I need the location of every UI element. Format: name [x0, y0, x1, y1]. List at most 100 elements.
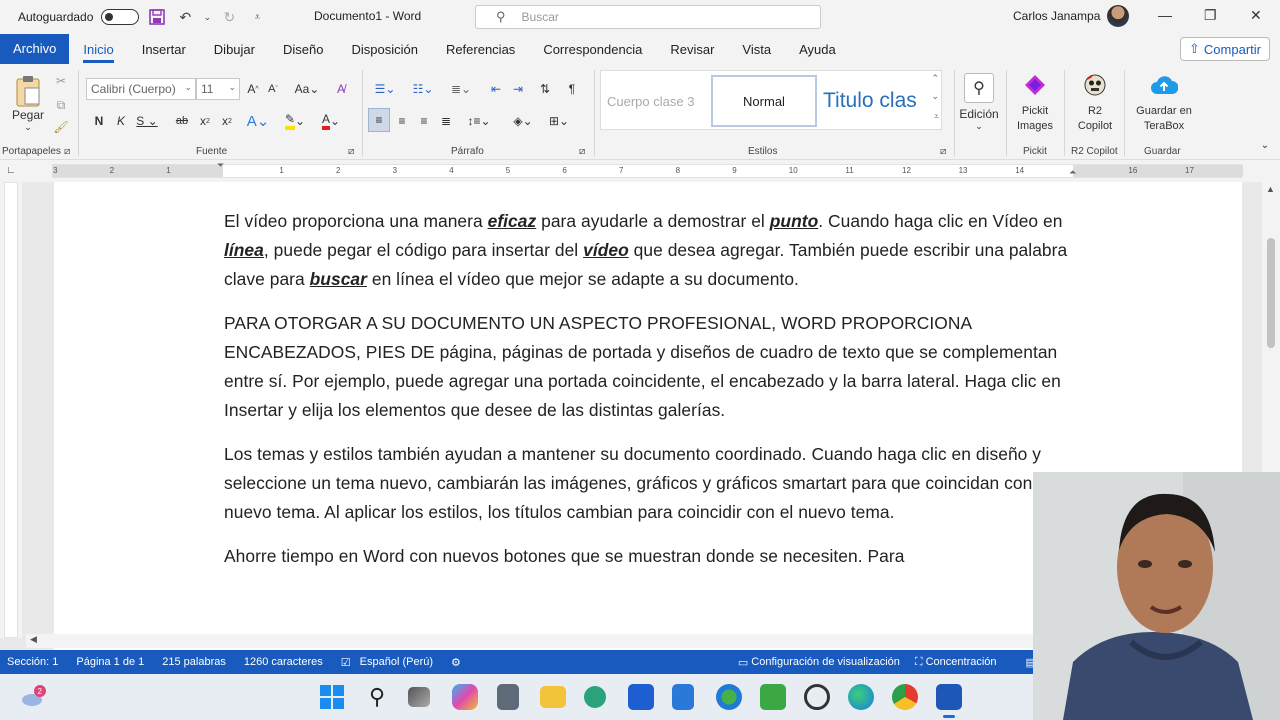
format-painter-icon[interactable]: 🖌 — [52, 118, 70, 136]
r2-copilot-icon[interactable] — [1082, 72, 1108, 98]
proofing-icon[interactable]: ☑ — [332, 656, 360, 669]
focus-icon[interactable]: ⛶ — [915, 656, 923, 669]
highlight-icon[interactable]: ✎ ⌄ — [280, 110, 310, 132]
paragraph-3[interactable]: Los temas y estilos también ayudan a man… — [224, 440, 1074, 527]
search-box[interactable]: ⚲ Buscar — [475, 5, 821, 29]
maps-icon[interactable] — [716, 684, 742, 710]
chat-icon[interactable] — [584, 686, 606, 708]
close-button[interactable]: ✕ — [1250, 7, 1262, 24]
undo-dropdown-icon[interactable]: ⌄ — [203, 7, 212, 27]
grow-font-icon[interactable]: A ^ — [244, 78, 262, 100]
cut-icon[interactable]: ✂ — [52, 72, 70, 90]
page-indicator[interactable]: Página 1 de 1 — [67, 656, 153, 668]
tab-archivo[interactable]: Archivo — [0, 34, 70, 64]
tab-selector-icon[interactable]: ∟ — [6, 165, 16, 176]
dialog-launcher-icon[interactable]: ⧄ — [348, 146, 354, 157]
scroll-thumb[interactable] — [1267, 238, 1275, 348]
guardar-terabox-button[interactable]: Guardar en TeraBox — [1132, 104, 1196, 134]
dialog-launcher-icon[interactable]: ⧄ — [579, 146, 585, 157]
dialog-launcher-icon[interactable]: ⧄ — [940, 146, 946, 157]
text-effects-icon[interactable]: A⌄ — [244, 110, 272, 132]
paste-button[interactable]: Pegar ⌄ — [8, 70, 48, 136]
increase-indent-icon[interactable]: ⇥ — [508, 78, 528, 100]
edicion-button[interactable]: ⚲ Edición ⌄ — [958, 70, 1000, 134]
superscript-icon[interactable]: x2 — [218, 110, 236, 132]
accessibility-icon[interactable]: ⚙ — [442, 656, 470, 669]
windows-start-icon[interactable] — [319, 684, 345, 710]
file-explorer-icon[interactable] — [540, 686, 566, 708]
tab-revisar[interactable]: Revisar — [656, 42, 728, 57]
styles-scroll-up-icon[interactable]: ⌃ — [931, 73, 939, 84]
redo-icon[interactable]: ↻ — [219, 7, 239, 27]
user-name[interactable]: Carlos Janampa — [1013, 9, 1100, 23]
avatar[interactable] — [1107, 5, 1129, 27]
paragraph-2[interactable]: PARA OTORGAR A SU DOCUMENTO UN ASPECTO P… — [224, 309, 1074, 425]
screen-recorder-icon[interactable] — [804, 684, 830, 710]
weather-icon[interactable]: 2 — [20, 684, 46, 710]
scroll-up-icon[interactable]: ▲ — [1266, 184, 1275, 194]
document-body[interactable]: El vídeo proporciona una manera eficaz p… — [224, 207, 1074, 586]
align-right-icon[interactable]: ≡ — [414, 110, 434, 132]
word-count[interactable]: 215 palabras — [153, 656, 235, 668]
change-case-icon[interactable]: Aa⌄ — [292, 78, 322, 100]
styles-more-icon[interactable]: ⩡ — [934, 111, 939, 122]
focus-mode[interactable]: Concentración — [923, 656, 1006, 668]
justify-icon[interactable]: ≣ — [436, 110, 456, 132]
r2-copilot-button[interactable]: R2 Copilot — [1072, 104, 1118, 134]
restore-button[interactable]: ❐ — [1204, 7, 1217, 24]
tab-insertar[interactable]: Insertar — [128, 42, 200, 57]
borders-icon[interactable]: ⊞⌄ — [542, 110, 576, 132]
clear-formatting-icon[interactable]: A̸ — [330, 78, 352, 100]
save-icon[interactable] — [147, 7, 167, 27]
tab-ayuda[interactable]: Ayuda — [785, 42, 850, 57]
app-blue-icon[interactable] — [628, 684, 654, 710]
task-view-icon[interactable] — [408, 687, 430, 707]
tab-dibujar[interactable]: Dibujar — [200, 42, 269, 57]
language-indicator[interactable]: Español (Perú) — [360, 656, 442, 668]
terabox-icon[interactable] — [1150, 72, 1178, 98]
bullets-icon[interactable]: ☰⌄ — [368, 78, 402, 100]
camtasia-icon[interactable] — [760, 684, 786, 710]
autosave-toggle[interactable] — [101, 9, 140, 25]
style-cuerpo-clase-3[interactable]: Cuerpo clase 3 — [607, 75, 707, 127]
styles-scroll-down-icon[interactable]: ⌄ — [931, 91, 939, 102]
word-icon[interactable] — [936, 684, 962, 710]
search-icon[interactable]: ⚲ — [364, 684, 390, 710]
section-indicator[interactable]: Sección: 1 — [0, 656, 67, 668]
edge-icon[interactable] — [848, 684, 874, 710]
tab-disposicion[interactable]: Disposición — [337, 42, 431, 57]
tab-correspondencia[interactable]: Correspondencia — [529, 42, 656, 57]
multilevel-list-icon[interactable]: ≣⌄ — [444, 78, 478, 100]
char-count[interactable]: 1260 caracteres — [235, 656, 332, 668]
display-settings-icon[interactable]: ▭ — [738, 656, 748, 669]
style-normal[interactable]: Normal — [711, 75, 817, 127]
dialog-launcher-icon[interactable]: ⧄ — [64, 146, 70, 157]
underline-icon[interactable]: S ⌄ — [134, 110, 160, 132]
calculator-icon[interactable] — [497, 684, 519, 710]
style-titulo-clase[interactable]: Titulo clas — [823, 75, 923, 127]
shrink-font-icon[interactable]: Aˇ — [264, 78, 282, 100]
font-color-icon[interactable]: A ⌄ — [316, 110, 346, 132]
align-left-icon[interactable]: ≡ — [368, 108, 390, 132]
indent-marker-icon[interactable]: ⏷ — [217, 160, 224, 171]
align-center-icon[interactable]: ≡ — [392, 110, 412, 132]
undo-icon[interactable]: ↶ — [175, 7, 195, 27]
minimize-button[interactable]: — — [1158, 7, 1172, 23]
pickit-images-button[interactable]: Pickit Images — [1012, 104, 1058, 134]
notes-icon[interactable] — [672, 684, 694, 710]
collapse-ribbon-icon[interactable]: ⌄ — [1258, 138, 1272, 152]
ruler-track[interactable]: 3 2 1 1 2 3 4 5 6 7 8 9 10 11 12 13 14 16 17 ⏷ ⏶ — [52, 160, 1243, 178]
scroll-left-icon[interactable]: ◀ — [30, 634, 37, 645]
copilot-icon[interactable] — [452, 684, 478, 710]
share-button[interactable]: ⇧ Compartir — [1180, 37, 1270, 61]
decrease-indent-icon[interactable]: ⇤ — [486, 78, 506, 100]
font-name-select[interactable]: Calibri (Cuerpo) ⌄ — [86, 78, 196, 100]
pickit-icon[interactable] — [1022, 72, 1048, 98]
tab-inicio[interactable]: Inicio — [69, 42, 127, 63]
paragraph-4[interactable]: Ahorre tiempo en Word con nuevos botones… — [224, 542, 1074, 571]
subscript-icon[interactable]: x2 — [196, 110, 214, 132]
paragraph-1[interactable]: El vídeo proporciona una manera eficaz p… — [224, 207, 1074, 294]
sort-icon[interactable]: ⇅ — [534, 78, 556, 100]
line-spacing-icon[interactable]: ↕≡⌄ — [464, 110, 494, 132]
customize-toolbar-icon[interactable]: ⩡ — [247, 7, 267, 27]
